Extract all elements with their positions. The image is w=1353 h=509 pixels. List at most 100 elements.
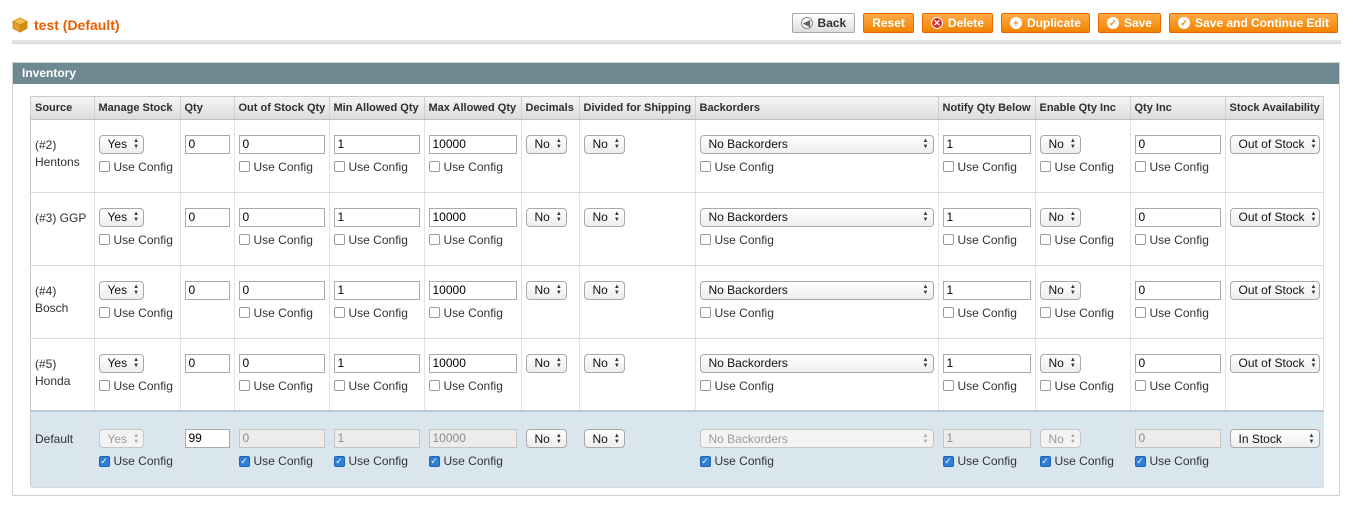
stock-availability-select[interactable]: Out of Stock ▲ ▼ <box>1229 353 1320 373</box>
delete-button[interactable]: ✕ Delete <box>921 13 993 33</box>
use-config-checkbox[interactable]: Use Config <box>699 306 934 320</box>
use-config-checkbox[interactable]: Use Config <box>428 306 517 320</box>
checkbox-icon[interactable] <box>428 161 440 172</box>
checkbox-icon[interactable] <box>333 234 345 245</box>
use-config-checkbox[interactable]: Use Config <box>942 160 1031 174</box>
checkbox-checked-icon[interactable]: ✓ <box>428 455 440 467</box>
checkbox-icon[interactable] <box>699 307 711 318</box>
use-config-checkbox[interactable]: Use Config <box>1134 160 1221 174</box>
use-config-checkbox[interactable]: Use Config <box>333 379 420 393</box>
out-of-stock-qty-input[interactable]: 0 <box>238 280 325 300</box>
backorders-select[interactable]: No Backorders ▲ ▼ <box>699 353 934 373</box>
use-config-checkbox[interactable]: Use Config <box>1039 306 1126 320</box>
notify-qty-below-input[interactable]: 1 <box>942 280 1031 300</box>
use-config-checkbox[interactable]: Use Config <box>238 160 325 174</box>
min-allowed-qty-input[interactable]: 1 <box>333 353 420 373</box>
save-continue-button[interactable]: ✓ Save and Continue Edit <box>1168 13 1338 33</box>
checkbox-icon[interactable] <box>238 380 250 391</box>
use-config-checkbox[interactable]: Use Config <box>942 306 1031 320</box>
stock-availability-select[interactable]: Out of Stock ▲ ▼ <box>1229 207 1320 227</box>
checkbox-icon[interactable] <box>238 234 250 245</box>
enable-qty-inc-select[interactable]: No ▲ ▼ <box>1039 280 1081 300</box>
use-config-checkbox[interactable]: Use Config <box>1039 160 1126 174</box>
manage-stock-select[interactable]: Yes ▲ ▼ <box>98 134 145 154</box>
checkbox-icon[interactable] <box>942 234 954 245</box>
use-config-checkbox[interactable]: Use Config <box>238 306 325 320</box>
enable-qty-inc-select[interactable]: No ▲ ▼ <box>1039 207 1081 227</box>
notify-qty-below-input[interactable]: 1 <box>942 134 1031 154</box>
decimals-select[interactable]: No ▲ ▼ <box>525 134 567 154</box>
checkbox-icon[interactable] <box>98 161 110 172</box>
qty-input[interactable]: 0 <box>184 280 230 300</box>
use-config-checkbox[interactable]: Use Config <box>98 160 176 174</box>
qty-input[interactable]: 0 <box>184 353 230 373</box>
use-config-checkbox[interactable]: Use Config <box>333 160 420 174</box>
checkbox-icon[interactable] <box>699 380 711 391</box>
use-config-checkbox[interactable]: Use Config <box>333 306 420 320</box>
use-config-checkbox[interactable]: Use Config <box>1039 379 1126 393</box>
backorders-select[interactable]: No Backorders ▲ ▼ <box>699 207 934 227</box>
use-config-checkbox[interactable]: Use Config <box>1134 379 1221 393</box>
qty-inc-input[interactable]: 0 <box>1134 280 1221 300</box>
divided-shipping-select[interactable]: No ▲ ▼ <box>583 429 625 448</box>
save-button[interactable]: ✓ Save <box>1097 13 1161 33</box>
manage-stock-select[interactable]: Yes ▲ ▼ <box>98 353 145 373</box>
out-of-stock-qty-input[interactable]: 0 <box>238 353 325 373</box>
checkbox-checked-icon[interactable]: ✓ <box>1039 455 1051 467</box>
checkbox-icon[interactable] <box>98 307 110 318</box>
use-config-checkbox[interactable]: Use Config <box>333 233 420 247</box>
max-allowed-qty-input[interactable]: 10000 <box>428 134 517 154</box>
checkbox-icon[interactable] <box>428 307 440 318</box>
max-allowed-qty-input[interactable]: 10000 <box>428 353 517 373</box>
backorders-select[interactable]: No Backorders ▲ ▼ <box>699 280 934 300</box>
checkbox-icon[interactable] <box>98 380 110 391</box>
use-config-checkbox[interactable]: Use Config <box>98 306 176 320</box>
qty-inc-input[interactable]: 0 <box>1134 353 1221 373</box>
use-config-checkbox[interactable]: Use Config <box>238 379 325 393</box>
duplicate-button[interactable]: + Duplicate <box>1000 13 1090 33</box>
use-config-checkbox[interactable]: Use Config <box>942 233 1031 247</box>
use-config-checkbox[interactable]: Use Config <box>942 379 1031 393</box>
checkbox-icon[interactable] <box>238 161 250 172</box>
checkbox-icon[interactable] <box>1039 380 1051 391</box>
use-config-checkbox[interactable]: Use Config <box>428 233 517 247</box>
manage-stock-select[interactable]: Yes ▲ ▼ <box>98 280 145 300</box>
checkbox-icon[interactable] <box>942 307 954 318</box>
decimals-select[interactable]: No ▲ ▼ <box>525 429 567 448</box>
use-config-checkbox[interactable]: ✓ Use Config <box>1039 454 1126 468</box>
checkbox-icon[interactable] <box>98 234 110 245</box>
checkbox-icon[interactable] <box>1039 161 1051 172</box>
use-config-checkbox[interactable]: ✓ Use Config <box>1134 454 1221 468</box>
use-config-checkbox[interactable]: Use Config <box>699 233 934 247</box>
checkbox-icon[interactable] <box>1039 234 1051 245</box>
checkbox-checked-icon[interactable]: ✓ <box>942 455 954 467</box>
back-button[interactable]: ◀ Back <box>791 13 856 33</box>
qty-inc-input[interactable]: 0 <box>1134 207 1221 227</box>
checkbox-icon[interactable] <box>1039 307 1051 318</box>
stock-availability-select[interactable]: Out of Stock ▲ ▼ <box>1229 280 1320 300</box>
checkbox-icon[interactable] <box>333 161 345 172</box>
enable-qty-inc-select[interactable]: No ▲ ▼ <box>1039 134 1081 154</box>
qty-input[interactable]: 99 <box>184 429 230 448</box>
use-config-checkbox[interactable]: ✓ Use Config <box>238 454 325 468</box>
checkbox-icon[interactable] <box>333 380 345 391</box>
qty-input[interactable]: 0 <box>184 207 230 227</box>
min-allowed-qty-input[interactable]: 1 <box>333 207 420 227</box>
checkbox-icon[interactable] <box>238 307 250 318</box>
checkbox-icon[interactable] <box>699 161 711 172</box>
decimals-select[interactable]: No ▲ ▼ <box>525 353 567 373</box>
checkbox-icon[interactable] <box>428 234 440 245</box>
min-allowed-qty-input[interactable]: 1 <box>333 134 420 154</box>
divided-shipping-select[interactable]: No ▲ ▼ <box>583 134 625 154</box>
checkbox-checked-icon[interactable]: ✓ <box>1134 455 1146 467</box>
checkbox-icon[interactable] <box>942 161 954 172</box>
checkbox-icon[interactable] <box>1134 161 1146 172</box>
use-config-checkbox[interactable]: Use Config <box>98 379 176 393</box>
checkbox-icon[interactable] <box>699 234 711 245</box>
use-config-checkbox[interactable]: ✓ Use Config <box>428 454 517 468</box>
use-config-checkbox[interactable]: Use Config <box>699 379 934 393</box>
divided-shipping-select[interactable]: No ▲ ▼ <box>583 353 625 373</box>
use-config-checkbox[interactable]: Use Config <box>98 233 176 247</box>
checkbox-icon[interactable] <box>942 380 954 391</box>
min-allowed-qty-input[interactable]: 1 <box>333 280 420 300</box>
